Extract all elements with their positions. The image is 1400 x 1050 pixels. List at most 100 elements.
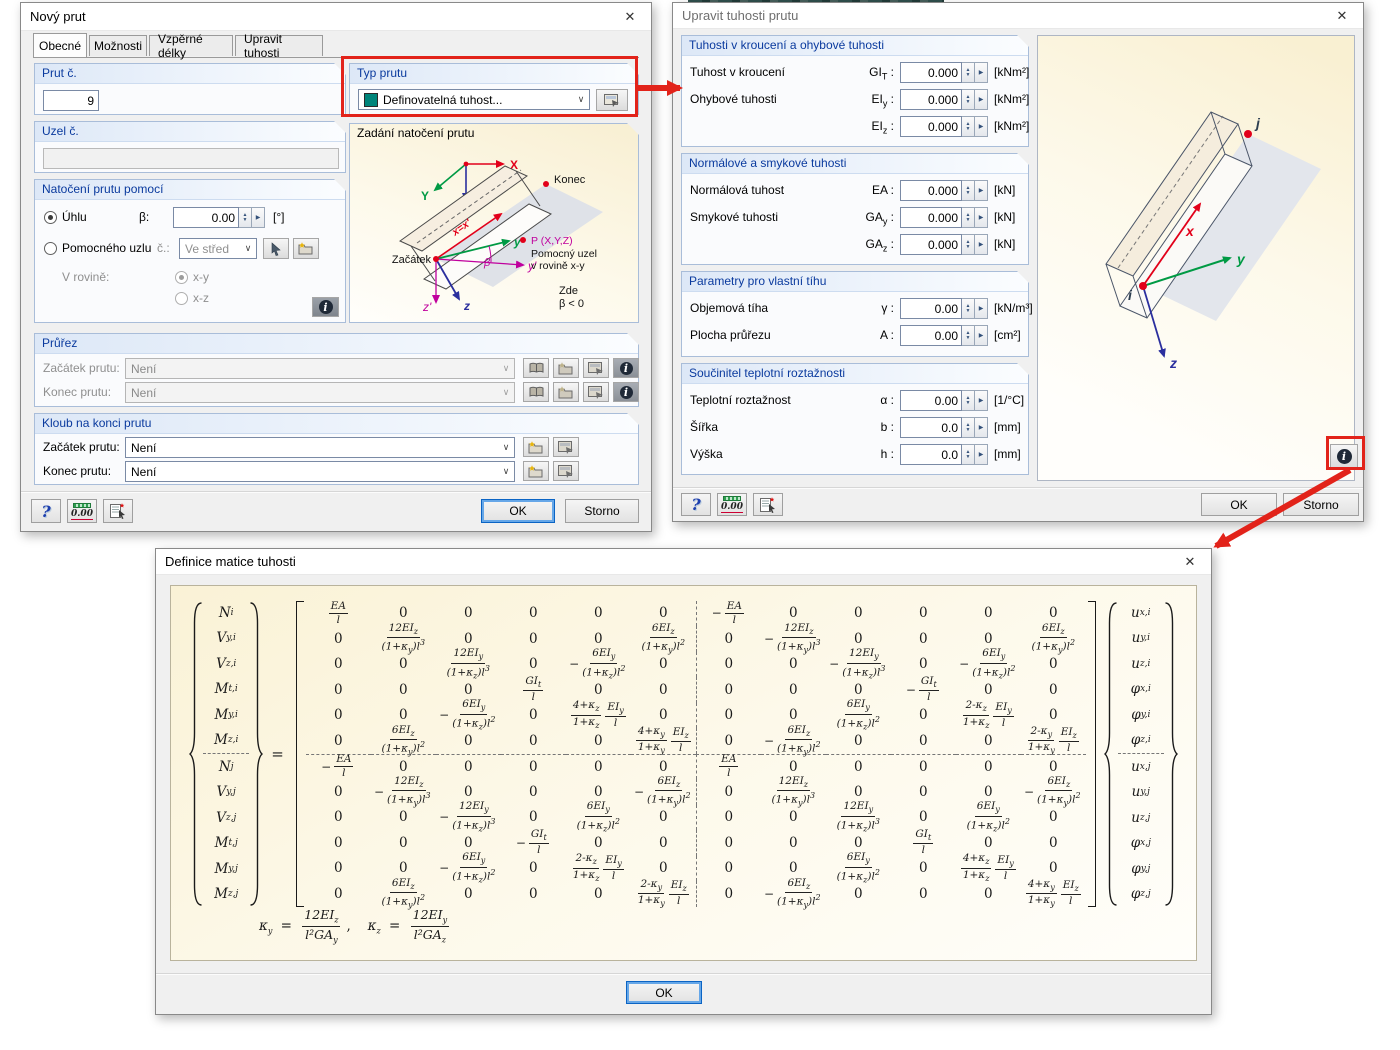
cross-section-start-combobox[interactable]: Není ∨ bbox=[125, 358, 515, 379]
new-node-button[interactable] bbox=[293, 238, 319, 259]
spin-right-button[interactable]: ▶ bbox=[975, 325, 988, 346]
displacement-vector-entry: φ x,i bbox=[1130, 681, 1151, 698]
member-no-input[interactable] bbox=[43, 90, 99, 111]
dialog-new-member-titlebar[interactable]: Nový prut bbox=[21, 3, 651, 31]
stiffness-value-input[interactable] bbox=[900, 234, 962, 255]
close-icon[interactable]: ✕ bbox=[1169, 549, 1211, 574]
hinge-start-value: Není bbox=[131, 440, 157, 455]
apply-to-button[interactable] bbox=[103, 499, 133, 523]
stiffness-value-input[interactable] bbox=[900, 89, 962, 110]
beta-spinner[interactable]: ▲ ▼ bbox=[239, 207, 252, 228]
spin-right-button[interactable]: ▶ bbox=[975, 298, 988, 319]
stiffness-value-input[interactable] bbox=[900, 298, 962, 319]
spinner[interactable]: ▲ ▼ bbox=[962, 390, 975, 411]
cancel-button[interactable]: Storno bbox=[1283, 493, 1359, 516]
plane-xy-radio[interactable] bbox=[175, 271, 188, 284]
hinge-end-combobox[interactable]: Není ∨ bbox=[125, 461, 515, 482]
matrix-cell: 6EIz (1+κy)l2 bbox=[1031, 621, 1076, 655]
spin-right-button[interactable]: ▶ bbox=[975, 444, 988, 465]
spinner[interactable]: ▲ ▼ bbox=[962, 116, 975, 137]
beta-angle-input[interactable] bbox=[173, 207, 239, 228]
stiffness-value-input[interactable] bbox=[900, 390, 962, 411]
hinge-start-new-button[interactable] bbox=[523, 437, 549, 457]
hinge-end-edit-button[interactable] bbox=[553, 461, 579, 481]
spin-right-button[interactable]: ▶ bbox=[975, 234, 988, 255]
spinner[interactable]: ▲ ▼ bbox=[962, 89, 975, 110]
units-button[interactable]: 0.00 bbox=[717, 493, 747, 516]
member-type-combobox[interactable]: Definovatelná tuhost... ∨ bbox=[358, 89, 590, 110]
ok-button[interactable]: OK bbox=[1201, 493, 1277, 516]
help-button[interactable]: ? bbox=[31, 499, 61, 523]
spin-right-button[interactable]: ▶ bbox=[975, 180, 988, 201]
matrix-cell: 12EIz (1+κy)l3 bbox=[381, 621, 426, 655]
tab-upravit-tuhosti[interactable]: Upravit tuhosti bbox=[235, 32, 323, 60]
spin-right-button[interactable]: ▶ bbox=[975, 390, 988, 411]
close-icon[interactable]: ✕ bbox=[609, 3, 651, 30]
force-vector-entry: Ni bbox=[218, 604, 234, 621]
spinner[interactable]: ▲ ▼ bbox=[962, 180, 975, 201]
cross-section-end-combobox[interactable]: Není ∨ bbox=[125, 382, 515, 403]
close-icon[interactable]: ✕ bbox=[1321, 3, 1363, 28]
stiffness-value-input[interactable] bbox=[900, 417, 962, 438]
cross-section-library-button-2[interactable] bbox=[523, 382, 549, 402]
spin-right-button[interactable]: ▶ bbox=[975, 116, 988, 137]
matrix-cell: 0 bbox=[918, 783, 928, 800]
stiffness-value-input[interactable] bbox=[900, 62, 962, 83]
plane-xz-radio[interactable] bbox=[175, 292, 188, 305]
spinner[interactable]: ▲ ▼ bbox=[962, 417, 975, 438]
hinge-start-edit-button[interactable] bbox=[553, 437, 579, 457]
stiffness-value-input[interactable] bbox=[900, 325, 962, 346]
rotation-info-button[interactable]: i bbox=[312, 297, 339, 317]
group-torsion-bending: Tuhosti v kroucení a ohybové tuhosti Tuh… bbox=[681, 35, 1029, 147]
chevron-down-icon: ∨ bbox=[577, 94, 585, 104]
ok-button[interactable]: OK bbox=[481, 499, 555, 523]
apply-to-button[interactable] bbox=[753, 493, 783, 516]
spin-right-button[interactable]: ▶ bbox=[975, 62, 988, 83]
cancel-button[interactable]: Storno bbox=[565, 499, 639, 523]
cross-section-new-button-2[interactable] bbox=[553, 382, 579, 402]
cross-section-end-info-button[interactable]: i bbox=[613, 382, 639, 402]
stiffness-value-input[interactable] bbox=[900, 207, 962, 228]
units-button[interactable]: 0.00 bbox=[67, 499, 97, 523]
beta-spin-right-button[interactable]: ▶ bbox=[252, 207, 265, 228]
dialog-stiffness-matrix-titlebar[interactable]: Definice matice tuhosti bbox=[156, 549, 1211, 575]
tab-moznosti[interactable]: Možnosti bbox=[89, 35, 147, 56]
cross-section-new-button[interactable] bbox=[553, 358, 579, 378]
spinner[interactable]: ▲ ▼ bbox=[962, 444, 975, 465]
tab-obecne[interactable]: Obecné bbox=[33, 33, 87, 57]
angle-radio[interactable] bbox=[44, 211, 57, 224]
matrix-cell: EA l bbox=[695, 753, 761, 779]
spin-right-button[interactable]: ▶ bbox=[975, 417, 988, 438]
stiffness-value-input[interactable] bbox=[900, 116, 962, 137]
stiffness-matrix-grid: EA l 0 0 0 0 0− EA l 0 0 0 0 0 0 12EIz (1+κy)l3 0 0 0 6EIz (1… bbox=[305, 600, 1086, 909]
stiffness-value-input[interactable] bbox=[900, 444, 962, 465]
chevron-down-icon: ∨ bbox=[502, 442, 510, 452]
cross-section-start-info-button[interactable]: i bbox=[613, 358, 639, 378]
node-no-input[interactable] bbox=[43, 148, 339, 169]
spinner[interactable]: ▲ ▼ bbox=[962, 234, 975, 255]
hinge-start-combobox[interactable]: Není ∨ bbox=[125, 437, 515, 458]
cross-section-library-button[interactable] bbox=[523, 358, 549, 378]
spinner[interactable]: ▲ ▼ bbox=[962, 298, 975, 319]
force-vector-entry: Vy,j bbox=[216, 784, 236, 801]
cross-section-edit-button-2[interactable] bbox=[583, 382, 609, 402]
spinner[interactable]: ▲ ▼ bbox=[962, 62, 975, 83]
aux-node-radio[interactable] bbox=[44, 242, 57, 255]
spin-right-button[interactable]: ▶ bbox=[975, 207, 988, 228]
pick-node-button[interactable] bbox=[263, 238, 289, 259]
spinner[interactable]: ▲ ▼ bbox=[962, 207, 975, 228]
tab-vzperne-delky[interactable]: Vzpěrné délky bbox=[149, 32, 233, 60]
member-type-edit-button[interactable] bbox=[596, 89, 628, 111]
spin-right-button[interactable]: ▶ bbox=[975, 89, 988, 110]
hinge-end-new-button[interactable] bbox=[523, 461, 549, 481]
stiffness-value-input[interactable] bbox=[900, 180, 962, 201]
help-button[interactable]: ? bbox=[681, 493, 711, 516]
svg-text:j: j bbox=[1254, 115, 1261, 131]
stiffness-matrix-info-button[interactable]: i bbox=[1330, 444, 1358, 468]
ok-button[interactable]: OK bbox=[626, 981, 702, 1004]
info-icon: i bbox=[619, 361, 633, 375]
aux-node-combobox[interactable]: Ve střed ∨ bbox=[179, 238, 257, 259]
cross-section-edit-button[interactable] bbox=[583, 358, 609, 378]
spinner[interactable]: ▲ ▼ bbox=[962, 325, 975, 346]
dialog-edit-stiffness-titlebar[interactable]: Upravit tuhosti prutu bbox=[673, 3, 1363, 29]
